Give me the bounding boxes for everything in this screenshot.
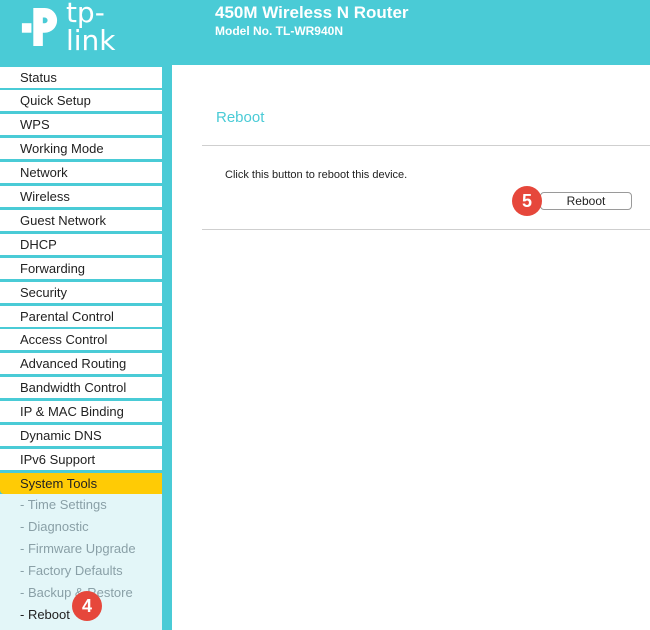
product-title: 450M Wireless N Router xyxy=(215,3,409,22)
sidebar-item-guest-network[interactable]: Guest Network xyxy=(0,210,162,231)
step-5-badge: 5 xyxy=(512,186,542,216)
sidebar-item-status[interactable]: Status xyxy=(0,67,162,88)
tp-link-logo[interactable]: tp-link xyxy=(20,0,150,55)
header: tp-link 450M Wireless N Router Model No.… xyxy=(0,0,650,65)
sidebar-item-ipv6-support[interactable]: IPv6 Support xyxy=(0,449,162,470)
sidebar-item-quick-setup[interactable]: Quick Setup xyxy=(0,90,162,111)
sidebar-item-wps[interactable]: WPS xyxy=(0,114,162,135)
submenu-item-time-settings[interactable]: - Time Settings xyxy=(20,497,107,513)
sidebar-item-advanced-routing[interactable]: Advanced Routing xyxy=(0,353,162,374)
sidebar-item-dhcp[interactable]: DHCP xyxy=(0,234,162,255)
divider xyxy=(202,229,650,230)
divider xyxy=(202,145,650,146)
submenu-item-reboot[interactable]: - Reboot xyxy=(20,607,70,623)
sidebar-item-system-tools[interactable]: System Tools xyxy=(0,473,162,494)
step-4-badge: 4 xyxy=(72,591,102,621)
sidebar-item-security[interactable]: Security xyxy=(0,282,162,303)
sidebar-item-working-mode[interactable]: Working Mode xyxy=(0,138,162,159)
logo-text: tp-link xyxy=(65,0,116,57)
reboot-description: Click this button to reboot this device. xyxy=(225,169,408,181)
page-title: Reboot xyxy=(216,109,265,126)
sidebar-divider xyxy=(162,65,172,630)
main-content: Reboot Click this button to reboot this … xyxy=(172,65,650,630)
sidebar-item-dynamic-dns[interactable]: Dynamic DNS xyxy=(0,425,162,446)
sidebar-item-parental-control[interactable]: Parental Control xyxy=(0,306,162,327)
sidebar-item-network[interactable]: Network xyxy=(0,162,162,183)
model-number: Model No. TL-WR940N xyxy=(215,24,343,38)
reboot-button[interactable]: Reboot xyxy=(540,192,632,210)
sidebar-item-forwarding[interactable]: Forwarding xyxy=(0,258,162,279)
tp-link-logo-icon xyxy=(21,7,58,47)
sidebar-item-access-control[interactable]: Access Control xyxy=(0,329,162,350)
sidebar-item-bandwidth-control[interactable]: Bandwidth Control xyxy=(0,377,162,398)
sidebar-item-wireless[interactable]: Wireless xyxy=(0,186,162,207)
submenu-item-factory-defaults[interactable]: - Factory Defaults xyxy=(20,563,123,579)
submenu-item-firmware-upgrade[interactable]: - Firmware Upgrade xyxy=(20,541,136,557)
submenu-item-diagnostic[interactable]: - Diagnostic xyxy=(20,519,89,535)
sidebar-item-ip-mac-binding[interactable]: IP & MAC Binding xyxy=(0,401,162,422)
